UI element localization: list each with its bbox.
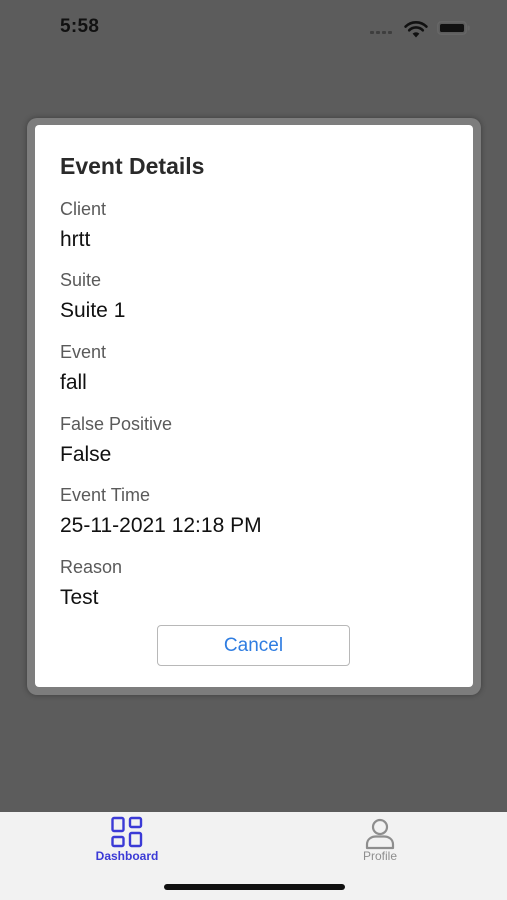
suite-value: Suite 1 [60, 299, 126, 322]
cancel-button[interactable]: Cancel [157, 625, 350, 666]
tab-profile[interactable]: Profile [320, 812, 440, 872]
event-label: Event [60, 342, 107, 362]
status-bar: 5:58 [0, 0, 507, 56]
suite-label: Suite [60, 270, 102, 290]
tab-profile-label: Profile [362, 849, 397, 863]
client-label: Client [60, 199, 107, 219]
event-time-label: Event Time [60, 485, 151, 505]
dialog-title: Event Details [60, 153, 205, 179]
cellular-signal-icon [370, 31, 392, 34]
battery-icon [437, 21, 470, 35]
profile-icon [365, 818, 395, 850]
status-time: 5:58 [60, 16, 100, 37]
dashboard-icon [111, 816, 143, 848]
event-time-value: 25-11-2021 12:18 PM [60, 514, 262, 537]
home-indicator [164, 884, 345, 890]
reason-value: Test [60, 586, 99, 609]
event-details-dialog: Event Details Client hrtt Suite Suite 1 … [35, 125, 473, 687]
event-value: fall [60, 371, 87, 394]
false-positive-label: False Positive [60, 414, 173, 434]
client-value: hrtt [60, 228, 91, 251]
tab-dashboard-label: Dashboard [95, 849, 159, 863]
wifi-icon [404, 21, 428, 38]
false-positive-value: False [60, 443, 112, 466]
reason-label: Reason [60, 557, 123, 577]
tab-dashboard[interactable]: Dashboard [67, 812, 187, 872]
